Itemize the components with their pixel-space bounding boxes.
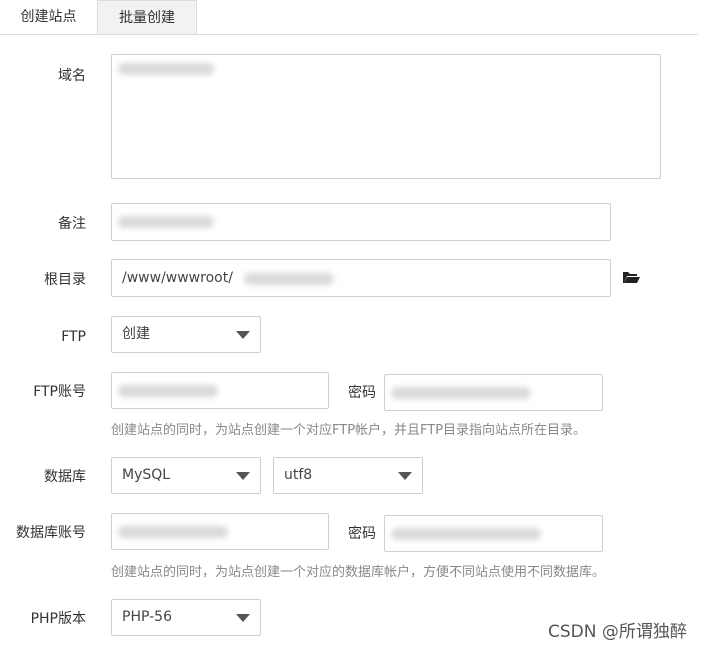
tab-batch-create[interactable]: 批量创建 xyxy=(97,0,197,35)
redacted-text xyxy=(391,387,531,399)
chevron-down-icon xyxy=(236,472,250,480)
ftp-label: FTP xyxy=(61,329,86,345)
tab-create-site[interactable]: 创建站点 xyxy=(0,0,97,35)
root-dir-input[interactable]: /www/wwwroot/ xyxy=(111,259,611,297)
ftp-help-text: 创建站点的同时，为站点创建一个对应FTP帐户，并且FTP目录指向站点所在目录。 xyxy=(111,423,587,438)
domain-textarea[interactable] xyxy=(111,54,661,179)
ftp-select[interactable]: 创建 xyxy=(111,316,261,353)
redacted-text xyxy=(118,385,218,397)
chevron-down-icon xyxy=(236,331,250,339)
db-help-text: 创建站点的同时，为站点创建一个对应的数据库帐户，方便不同站点使用不同数据库。 xyxy=(111,565,606,580)
root-dir-value: /www/wwwroot/ xyxy=(122,270,233,286)
db-account-input[interactable] xyxy=(111,513,329,550)
domain-label: 域名 xyxy=(58,68,86,84)
database-label: 数据库 xyxy=(44,469,86,485)
db-charset-value: utf8 xyxy=(284,467,313,483)
php-version-select[interactable]: PHP-56 xyxy=(111,599,261,636)
redacted-text xyxy=(118,216,214,228)
db-type-value: MySQL xyxy=(122,467,171,483)
ftp-password-label: 密码 xyxy=(348,385,376,401)
ftp-select-value: 创建 xyxy=(122,326,150,342)
ftp-account-label: FTP账号 xyxy=(33,384,86,400)
ftp-password-input[interactable] xyxy=(384,374,603,411)
root-dir-label: 根目录 xyxy=(44,272,86,288)
db-account-label: 数据库账号 xyxy=(16,525,86,541)
chevron-down-icon xyxy=(236,614,250,622)
redacted-text xyxy=(118,63,214,75)
db-charset-select[interactable]: utf8 xyxy=(273,457,423,494)
php-version-label: PHP版本 xyxy=(30,611,86,627)
ftp-account-input[interactable] xyxy=(111,372,329,409)
remark-input[interactable] xyxy=(111,203,611,241)
redacted-text xyxy=(118,526,228,538)
remark-label: 备注 xyxy=(58,216,86,232)
folder-open-icon[interactable] xyxy=(622,270,640,284)
db-password-input[interactable] xyxy=(384,515,603,552)
csdn-watermark: CSDN @所谓独醉 xyxy=(548,622,687,642)
php-version-value: PHP-56 xyxy=(122,609,172,625)
db-password-label: 密码 xyxy=(348,526,376,542)
db-type-select[interactable]: MySQL xyxy=(111,457,261,494)
chevron-down-icon xyxy=(398,472,412,480)
redacted-text xyxy=(244,273,334,285)
tab-divider xyxy=(0,34,698,35)
redacted-text xyxy=(391,528,541,540)
